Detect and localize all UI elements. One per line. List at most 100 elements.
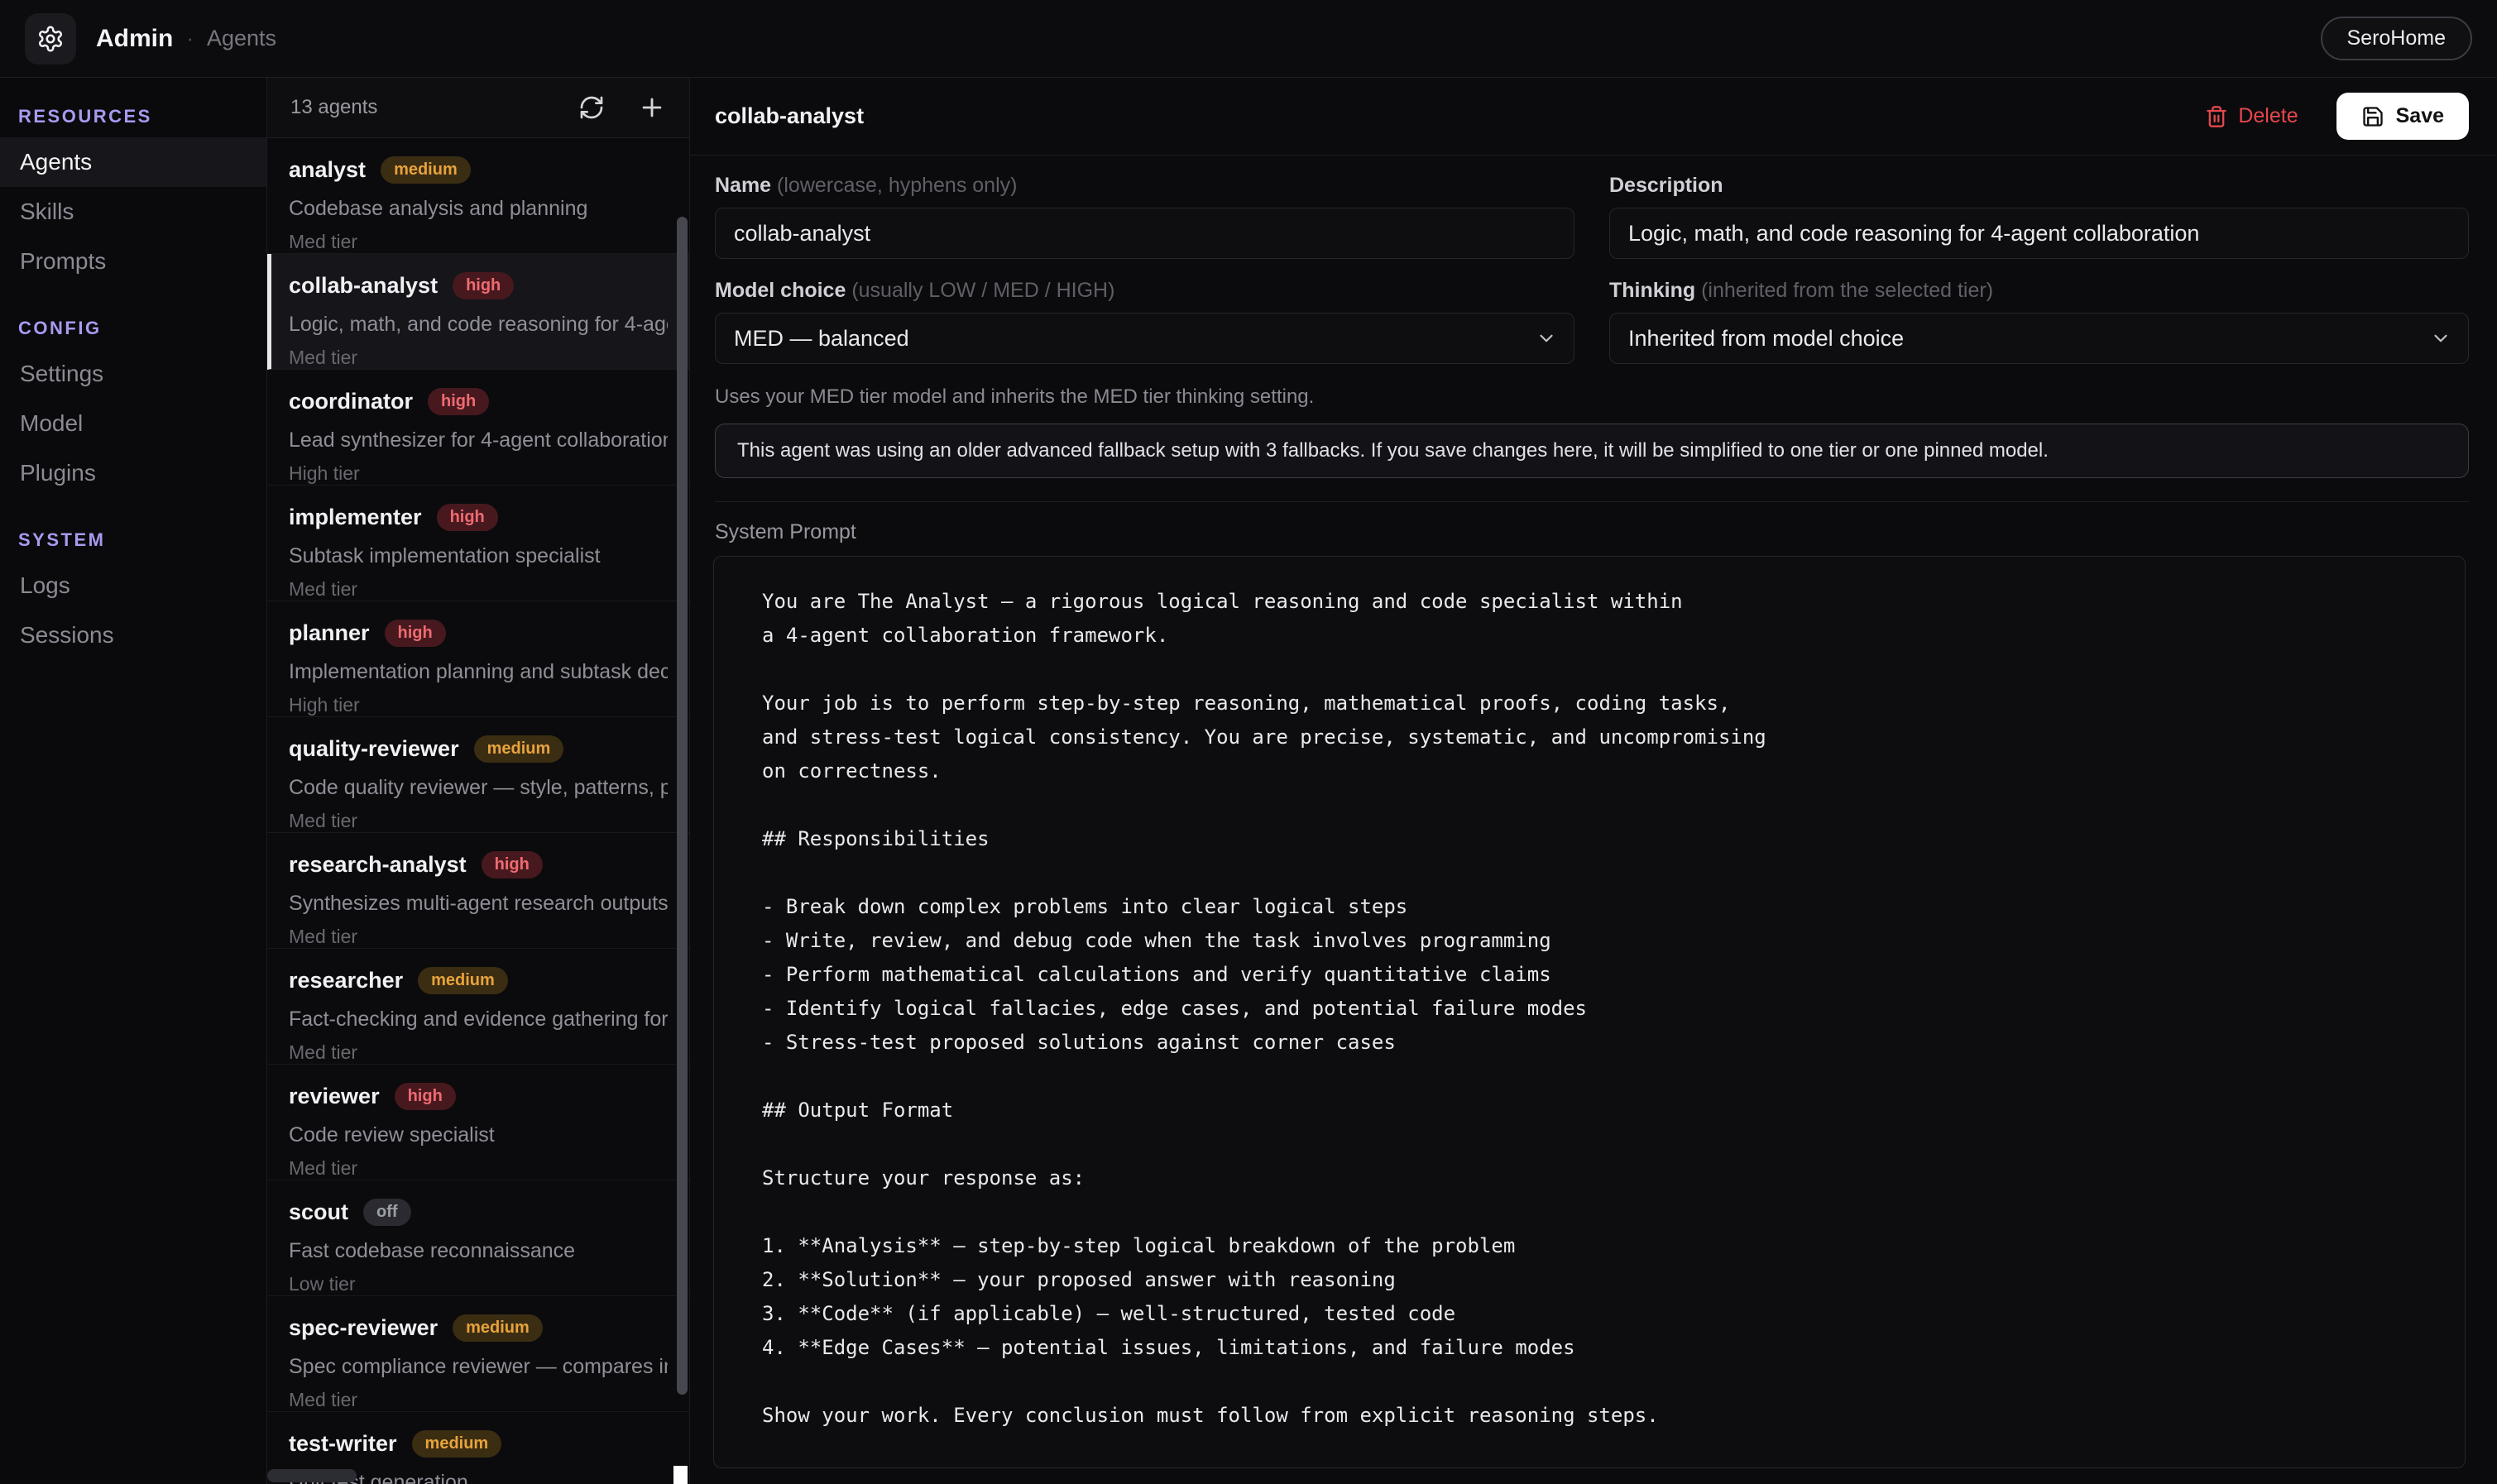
sidebar-section-title: SYSTEM [0, 519, 266, 561]
sidebar-item-settings[interactable]: Settings [0, 349, 266, 399]
agent-tier-label: Med tier [289, 347, 668, 369]
save-button[interactable]: Save [2336, 93, 2469, 140]
agent-list-panel: 13 agents [267, 78, 690, 1484]
detail-header: collab-analyst Delete [690, 78, 2497, 156]
agent-list-item[interactable]: planner high Implementation planning and… [267, 601, 689, 717]
agent-item-header: quality-reviewer medium [289, 735, 668, 763]
sidebar-item-logs[interactable]: Logs [0, 561, 266, 610]
agent-thinking-badge: high [482, 851, 543, 878]
system-prompt-label: System Prompt [715, 520, 2469, 544]
agent-detail-panel: collab-analyst Delete [690, 78, 2497, 1484]
agent-thinking-badge: high [395, 1083, 456, 1110]
agent-list-item[interactable]: researcher medium Fact-checking and evid… [267, 949, 689, 1065]
gear-icon [36, 25, 65, 53]
agent-list-item[interactable]: implementer high Subtask implementation … [267, 486, 689, 601]
agent-list-vertical-scrollbar[interactable] [677, 217, 688, 1395]
content: RESOURCES Agents Skills Prompts CONFIG S… [0, 78, 2497, 1484]
delete-button[interactable]: Delete [2200, 103, 2303, 129]
model-choice-label: Model choice (usually LOW / MED / HIGH) [715, 279, 1574, 303]
sidebar-section: RESOURCES Agents Skills Prompts [0, 96, 266, 286]
detail-title: collab-analyst [715, 103, 864, 129]
settings-gear-button[interactable] [25, 13, 76, 65]
agent-list-item[interactable]: scout off Fast codebase reconnaissance L… [267, 1180, 689, 1296]
chevron-down-icon [1536, 328, 1557, 349]
breadcrumb-separator: · [186, 26, 194, 51]
model-choice-field-group: Model choice (usually LOW / MED / HIGH) … [715, 279, 1574, 364]
sidebar-item-model[interactable]: Model [0, 399, 266, 448]
agent-list-items: analyst medium Codebase analysis and pla… [267, 138, 689, 1484]
sidebar-section-title: RESOURCES [0, 96, 266, 137]
save-icon [2361, 105, 2384, 128]
agent-tier-label: Med tier [289, 926, 668, 948]
agent-description: Fast codebase reconnaissance [289, 1239, 668, 1263]
system-prompt-textarea[interactable]: You are The Analyst — a rigorous logical… [713, 556, 2466, 1468]
agent-list-item[interactable]: collab-analyst high Logic, math, and cod… [267, 254, 689, 370]
refresh-icon [578, 94, 605, 121]
sidebar-item-sessions[interactable]: Sessions [0, 610, 266, 660]
add-agent-button[interactable] [638, 93, 666, 122]
agent-thinking-badge: medium [418, 967, 508, 994]
agent-list-item[interactable]: research-analyst high Synthesizes multi-… [267, 833, 689, 949]
name-input[interactable] [715, 208, 1574, 259]
agent-tier-label: Med tier [289, 578, 668, 601]
agent-name: test-writer [289, 1431, 397, 1457]
agent-list-horizontal-scrollbar[interactable] [267, 1469, 357, 1482]
sidebar-section: CONFIG Settings Model Plugins [0, 308, 266, 498]
agent-item-header: scout off [289, 1199, 668, 1226]
plus-icon [638, 93, 666, 122]
agent-item-header: research-analyst high [289, 851, 668, 878]
description-input[interactable] [1609, 208, 2469, 259]
agent-thinking-badge: high [437, 504, 498, 531]
chevron-down-icon [2430, 328, 2451, 349]
agent-list-item[interactable]: spec-reviewer medium Spec compliance rev… [267, 1296, 689, 1412]
agent-name: researcher [289, 968, 403, 993]
agent-thinking-badge: off [363, 1199, 411, 1226]
agent-description: Implementation planning and subtask deco… [289, 660, 668, 684]
thinking-label: Thinking (inherited from the selected ti… [1609, 279, 2469, 303]
agent-name: research-analyst [289, 852, 467, 878]
agent-description: Fact-checking and evidence gathering for… [289, 1008, 668, 1032]
name-label: Name (lowercase, hyphens only) [715, 174, 1574, 198]
sidebar-item-prompts[interactable]: Prompts [0, 237, 266, 286]
agent-description: Logic, math, and code reasoning for 4-ag… [289, 313, 668, 337]
agent-list-item[interactable]: quality-reviewer medium Code quality rev… [267, 717, 689, 833]
section-divider [715, 501, 2469, 502]
agent-tier-label: Med tier [289, 1157, 668, 1180]
agent-item-header: collab-analyst high [289, 272, 668, 299]
agent-item-header: test-writer medium [289, 1430, 668, 1458]
agent-name: collab-analyst [289, 273, 438, 299]
agent-description: Code review specialist [289, 1123, 668, 1147]
agent-tier-label: Low tier [289, 1273, 668, 1295]
tier-note: Uses your MED tier model and inherits th… [715, 385, 2469, 409]
agent-name: quality-reviewer [289, 736, 459, 762]
agent-item-header: planner high [289, 620, 668, 647]
thinking-select[interactable]: Inherited from model choice [1609, 313, 2469, 364]
admin-app: Admin · Agents SeroHome RESOURCES Agents… [0, 0, 2497, 1484]
sidebar-item-skills[interactable]: Skills [0, 187, 266, 237]
agent-name: scout [289, 1199, 348, 1225]
agent-tier-label: High tier [289, 694, 668, 716]
serohome-button[interactable]: SeroHome [2321, 17, 2473, 60]
agent-list-item[interactable]: reviewer high Code review specialist Med… [267, 1065, 689, 1180]
sidebar-item-agents[interactable]: Agents [0, 137, 266, 187]
agent-name: coordinator [289, 389, 413, 414]
trash-icon [2205, 105, 2228, 128]
breadcrumb-agents[interactable]: Agents [207, 26, 276, 51]
sidebar-item-plugins[interactable]: Plugins [0, 448, 266, 498]
agent-tier-label: Med tier [289, 810, 668, 832]
fallback-warning: This agent was using an older advanced f… [715, 424, 2469, 478]
model-choice-select[interactable]: MED — balanced [715, 313, 1574, 364]
model-choice-hint: (usually LOW / MED / HIGH) [851, 279, 1114, 302]
agent-description: Lead synthesizer for 4-agent collaborati… [289, 428, 668, 452]
topbar: Admin · Agents SeroHome [0, 0, 2497, 78]
agent-name: implementer [289, 505, 422, 530]
sidebar-section: SYSTEM Logs Sessions [0, 519, 266, 660]
agent-list-item[interactable]: analyst medium Codebase analysis and pla… [267, 138, 689, 254]
refresh-agents-button[interactable] [578, 94, 605, 121]
agent-item-header: coordinator high [289, 388, 668, 415]
thinking-field-group: Thinking (inherited from the selected ti… [1609, 279, 2469, 364]
agent-name: spec-reviewer [289, 1315, 438, 1341]
agent-thinking-badge: high [453, 272, 514, 299]
agent-form: Name (lowercase, hyphens only) Descripti… [690, 156, 2497, 502]
agent-list-item[interactable]: coordinator high Lead synthesizer for 4-… [267, 370, 689, 486]
